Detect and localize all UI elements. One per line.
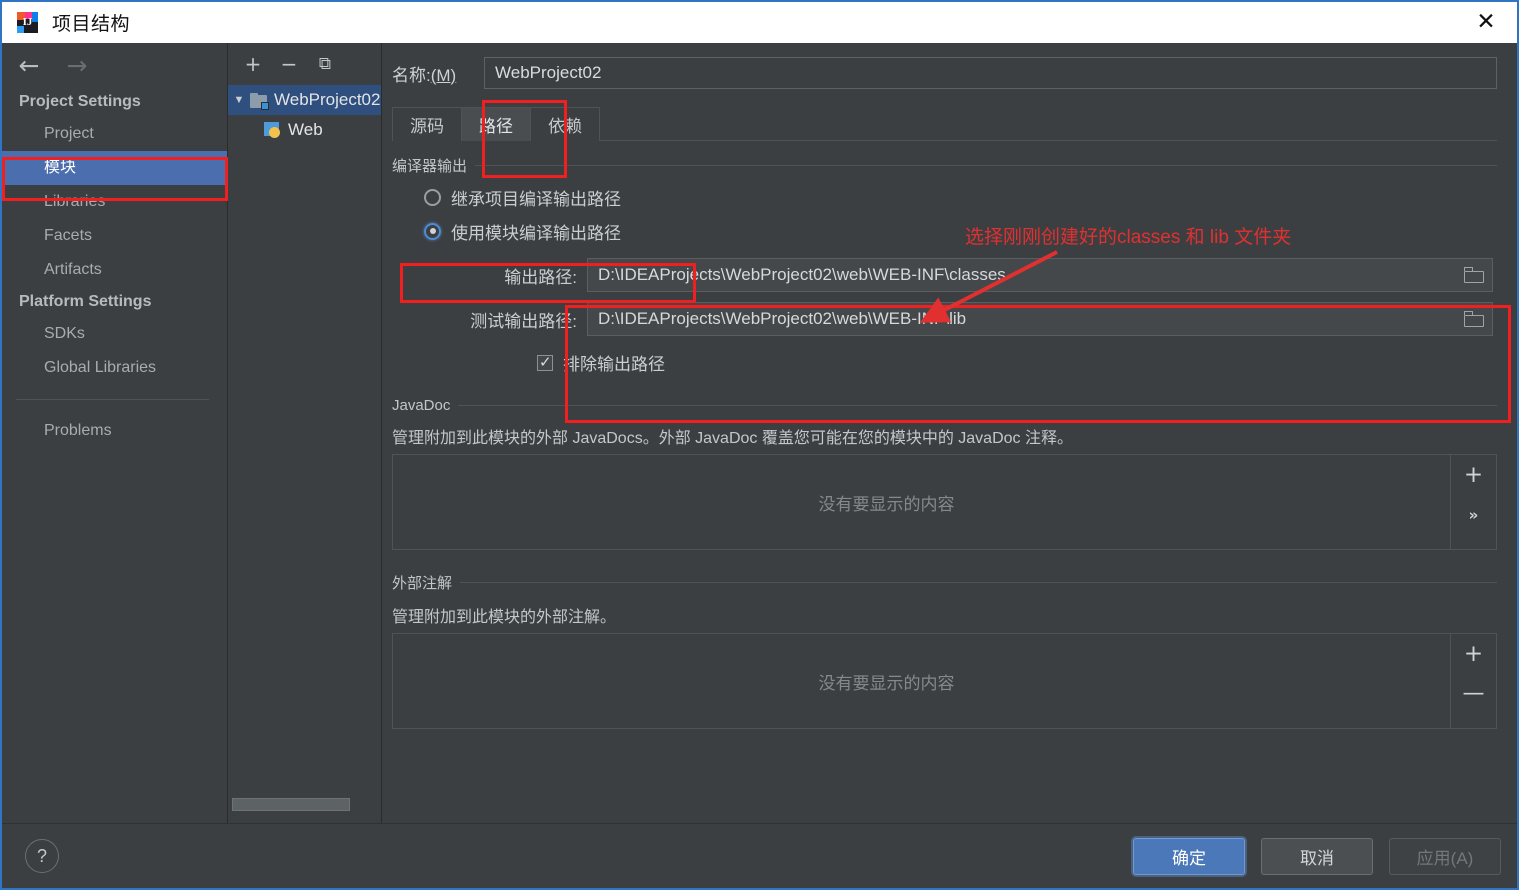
module-name-label: 名称:(M)	[392, 65, 457, 85]
sidebar-item-modules[interactable]: 模块	[2, 151, 227, 185]
close-icon[interactable]: ✕	[1463, 6, 1509, 38]
sidebar-item-facets[interactable]: Facets	[2, 219, 227, 253]
output-path-field[interactable]: D:\IDEAProjects\WebProject02\web\WEB-INF…	[587, 258, 1493, 292]
section-divider	[460, 582, 1497, 583]
javadoc-header: JavaDoc	[392, 397, 1497, 414]
dialog-footer: ? 确定 取消 应用(A)	[2, 823, 1517, 888]
web-facet-icon	[264, 121, 282, 139]
module-settings-content: 名称:(M) 源码 路径 依赖 编译器输出 继承项目编译输出路径	[382, 43, 1517, 825]
external-annotations-list[interactable]: 没有要显示的内容	[392, 633, 1451, 729]
project-structure-dialog: IJ 项目结构 ✕ ← → Project Settings Project 模…	[0, 0, 1519, 890]
section-divider	[475, 165, 1497, 166]
external-annotations-title: 外部注解	[392, 575, 453, 592]
tree-node-label: WebProject02	[274, 90, 381, 109]
test-output-path-field[interactable]: D:\IDEAProjects\WebProject02\web\WEB-INF…	[587, 302, 1493, 336]
scrollbar-thumb[interactable]	[232, 798, 350, 811]
javadoc-title: JavaDoc	[392, 397, 451, 414]
cancel-button[interactable]: 取消	[1261, 837, 1373, 875]
copy-module-icon[interactable]: ⧉	[314, 53, 336, 75]
external-annotations-header: 外部注解	[392, 572, 1497, 593]
checkbox-label: 排除输出路径	[563, 355, 665, 374]
external-annotations-section: 外部注解 管理附加到此模块的外部注解。 没有要显示的内容 + —	[392, 572, 1497, 729]
javadoc-empty-text: 没有要显示的内容	[818, 494, 955, 514]
tab-dependencies[interactable]: 依赖	[530, 107, 600, 141]
javadoc-list-wrap: 没有要显示的内容 + »	[392, 454, 1497, 550]
more-javadoc-button[interactable]: »	[1460, 503, 1488, 527]
intellij-idea-icon: IJ	[16, 11, 40, 35]
output-path-row: 输出路径: D:\IDEAProjects\WebProject02\web\W…	[392, 258, 1497, 292]
module-tabs: 源码 路径 依赖	[392, 103, 1517, 141]
external-annotations-empty-text: 没有要显示的内容	[818, 673, 955, 693]
exclude-output-paths-checkbox[interactable]: 排除输出路径	[537, 350, 1497, 375]
folder-browse-icon[interactable]	[1456, 259, 1492, 291]
sidebar-item-project[interactable]: Project	[2, 117, 227, 151]
sidebar-item-global-libraries[interactable]: Global Libraries	[2, 351, 227, 385]
tree-node-web[interactable]: Web	[228, 115, 381, 145]
tab-sources[interactable]: 源码	[392, 107, 462, 141]
settings-sidebar: ← → Project Settings Project 模块 Librarie…	[2, 43, 228, 825]
radio-label: 继承项目编译输出路径	[451, 189, 621, 209]
javadoc-section: JavaDoc 管理附加到此模块的外部 JavaDocs。外部 JavaDoc …	[392, 397, 1497, 550]
folder-browse-icon[interactable]	[1456, 303, 1492, 335]
output-path-label: 输出路径:	[504, 267, 577, 287]
radio-use-module-output[interactable]: 使用模块编译输出路径	[424, 214, 1497, 248]
compiler-output-title: 编译器输出	[392, 158, 468, 175]
add-annotation-button[interactable]: +	[1460, 642, 1488, 666]
back-arrow-icon[interactable]: ←	[14, 53, 44, 78]
module-tree-horizontal-scrollbar[interactable]	[232, 798, 377, 811]
tab-paths[interactable]: 路径	[461, 107, 531, 141]
sidebar-group-platform-settings: Platform Settings	[19, 293, 152, 310]
window-title: 项目结构	[52, 14, 131, 35]
compiler-output-section: 编译器输出 继承项目编译输出路径 使用模块编译输出路径 输出路径: D:\IDE…	[392, 155, 1497, 375]
ok-button[interactable]: 确定	[1133, 837, 1245, 875]
radio-inherit-project-output[interactable]: 继承项目编译输出路径	[424, 180, 1497, 214]
external-annotations-list-buttons: + —	[1451, 633, 1497, 729]
section-divider	[458, 405, 1497, 406]
sidebar-item-artifacts[interactable]: Artifacts	[2, 253, 227, 287]
javadoc-description: 管理附加到此模块的外部 JavaDocs。外部 JavaDoc 覆盖您可能在您的…	[392, 430, 1073, 447]
module-tree-panel: + − ⧉ ▼ WebProject02 Web	[228, 43, 382, 825]
sidebar-group-project-settings: Project Settings	[19, 93, 141, 110]
help-icon[interactable]: ?	[25, 839, 59, 873]
sidebar-item-problems[interactable]: Problems	[2, 414, 227, 448]
tree-node-webproject02[interactable]: ▼ WebProject02	[228, 85, 381, 115]
checkbox-icon[interactable]	[537, 353, 553, 371]
sidebar-divider	[16, 399, 209, 400]
radio-icon-selected[interactable]	[424, 222, 441, 240]
forward-arrow-icon[interactable]: →	[62, 53, 92, 78]
add-javadoc-button[interactable]: +	[1460, 463, 1488, 487]
chevron-down-icon[interactable]: ▼	[228, 94, 250, 106]
module-tree-toolbar: + − ⧉	[228, 43, 381, 85]
javadoc-list-buttons: + »	[1451, 454, 1497, 550]
dialog-body: ← → Project Settings Project 模块 Librarie…	[2, 43, 1517, 825]
test-output-path-value: D:\IDEAProjects\WebProject02\web\WEB-INF…	[598, 309, 967, 328]
nav-arrows: ← →	[2, 43, 227, 87]
external-annotations-list-wrap: 没有要显示的内容 + —	[392, 633, 1497, 729]
remove-annotation-button[interactable]: —	[1460, 682, 1488, 706]
external-annotations-description: 管理附加到此模块的外部注解。	[392, 609, 617, 626]
module-folder-icon	[250, 92, 269, 110]
output-path-value: D:\IDEAProjects\WebProject02\web\WEB-INF…	[598, 265, 1006, 284]
tree-node-label: Web	[288, 120, 323, 139]
test-output-path-label: 测试输出路径:	[470, 311, 577, 331]
sidebar-item-sdks[interactable]: SDKs	[2, 317, 227, 351]
apply-button: 应用(A)	[1389, 837, 1501, 875]
radio-icon[interactable]	[424, 188, 441, 206]
module-name-input[interactable]	[484, 57, 1497, 89]
title-bar: IJ 项目结构 ✕	[2, 2, 1517, 43]
javadoc-list[interactable]: 没有要显示的内容	[392, 454, 1451, 550]
add-module-icon[interactable]: +	[242, 53, 264, 75]
test-output-path-row: 测试输出路径: D:\IDEAProjects\WebProject02\web…	[392, 302, 1497, 336]
remove-module-icon[interactable]: −	[278, 53, 300, 75]
radio-label: 使用模块编译输出路径	[451, 223, 621, 243]
module-name-row: 名称:(M)	[382, 43, 1517, 89]
sidebar-item-libraries[interactable]: Libraries	[2, 185, 227, 219]
compiler-output-header: 编译器输出	[392, 155, 1497, 176]
